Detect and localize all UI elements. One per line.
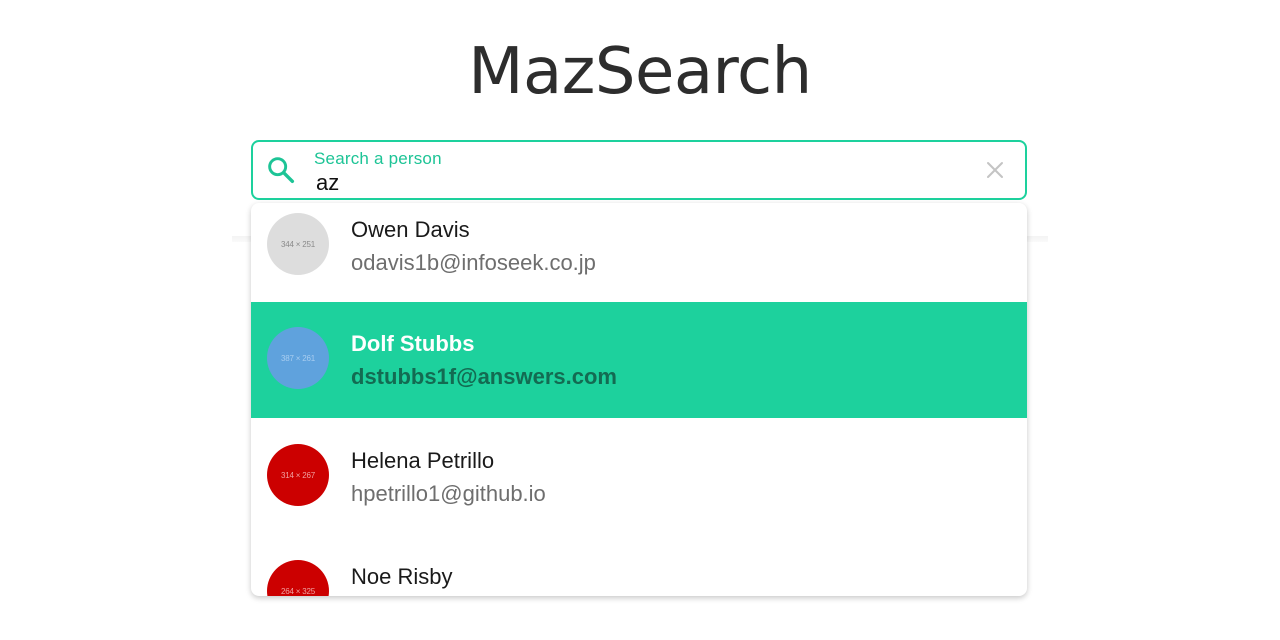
search-input[interactable] — [316, 170, 956, 196]
avatar: 344 × 251 — [267, 213, 329, 275]
app-title: MazSearch — [468, 35, 812, 109]
avatar: 387 × 261 — [267, 327, 329, 389]
search-box[interactable]: Search a person — [251, 140, 1027, 200]
result-email: hpetrillo1@github.io — [351, 481, 546, 506]
avatar-placeholder-text: 264 × 325 — [280, 586, 315, 596]
result-email: odavis1b@infoseek.co.jp — [351, 250, 596, 275]
close-icon[interactable] — [985, 160, 1005, 180]
search-icon — [268, 157, 295, 184]
result-name: Noe Risby — [351, 564, 453, 589]
result-name: Dolf Stubbs — [351, 331, 475, 356]
result-name: Helena Petrillo — [351, 448, 495, 473]
results-dropdown: 344 × 251 Owen Davis odavis1b@infoseek.c… — [251, 203, 1027, 596]
result-item-helena-petrillo[interactable]: 314 × 267 Helena Petrillo hpetrillo1@git… — [251, 418, 1027, 534]
avatar-placeholder-text: 387 × 261 — [280, 353, 315, 363]
result-name: Owen Davis — [351, 217, 470, 242]
result-item-noe-risby[interactable]: 264 × 325 Noe Risby — [251, 534, 1027, 596]
avatar: 264 × 325 — [267, 560, 329, 596]
avatar-placeholder-text: 344 × 251 — [280, 239, 315, 249]
result-item-dolf-stubbs[interactable]: 387 × 261 Dolf Stubbs dstubbs1f@answers.… — [251, 302, 1027, 418]
result-email: dstubbs1f@answers.com — [351, 364, 617, 389]
search-label: Search a person — [314, 149, 442, 168]
avatar-placeholder-text: 314 × 267 — [280, 470, 315, 480]
avatar: 314 × 267 — [267, 444, 329, 506]
